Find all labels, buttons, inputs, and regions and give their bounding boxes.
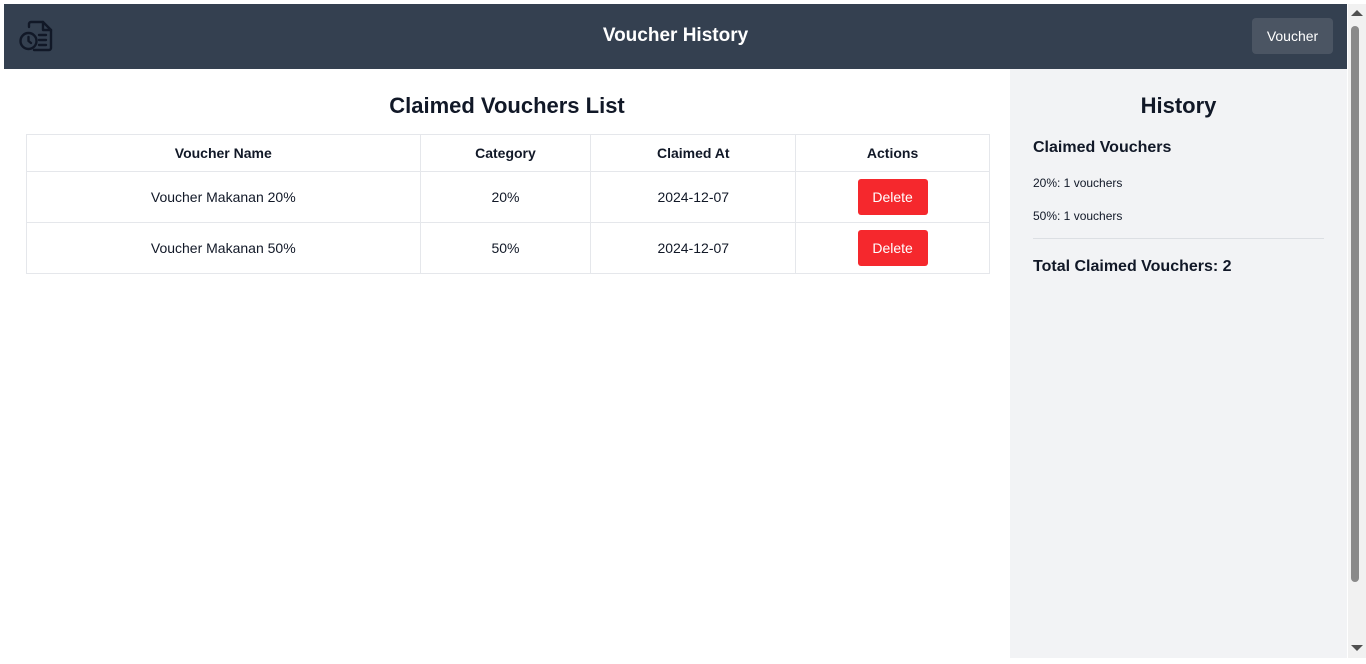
total-claimed-vouchers: Total Claimed Vouchers: 2 [1033, 258, 1232, 275]
history-sidebar: History Claimed Vouchers 20%: 1 vouchers… [1010, 69, 1347, 658]
claimed-at-cell: 2024-12-07 [590, 222, 797, 274]
table-row: Voucher Makanan 20% 20% 2024-12-07 Delet… [26, 171, 990, 223]
history-heading: History [1140, 93, 1217, 118]
claimed-vouchers-heading: Claimed Vouchers List [389, 93, 625, 118]
app-window: Voucher History Voucher Claimed Vouchers… [4, 4, 1347, 658]
voucher-name-cell: Voucher Makanan 20% [26, 171, 421, 223]
divider [1033, 238, 1324, 239]
main-content: Claimed Vouchers List Voucher Name Categ… [4, 69, 1010, 658]
category-stat: 20%: 1 vouchers [1033, 176, 1123, 190]
page-title: Voucher History [602, 25, 749, 46]
scroll-down-arrow-icon[interactable] [1351, 645, 1363, 651]
actions-cell: Delete [795, 222, 990, 274]
category-cell: 50% [419, 222, 592, 274]
column-header-claimed-at: Claimed At [590, 134, 797, 172]
column-header-category: Category [419, 134, 592, 172]
scroll-up-arrow-icon[interactable] [1351, 10, 1363, 16]
column-header-voucher-name: Voucher Name [26, 134, 421, 172]
category-stat: 50%: 1 vouchers [1033, 209, 1123, 223]
vertical-scrollbar[interactable] [1348, 4, 1366, 658]
delete-button[interactable]: Delete [857, 230, 928, 266]
vouchers-table: Voucher Name Category Claimed At Actions… [26, 134, 990, 274]
delete-button[interactable]: Delete [857, 179, 928, 215]
claimed-at-cell: 2024-12-07 [590, 171, 797, 223]
category-cell: 20% [419, 171, 592, 223]
top-navbar: Voucher History Voucher [4, 4, 1347, 69]
voucher-name-cell: Voucher Makanan 50% [26, 222, 421, 274]
column-header-actions: Actions [795, 134, 990, 172]
scrollbar-thumb[interactable] [1351, 26, 1359, 582]
table-row: Voucher Makanan 50% 50% 2024-12-07 Delet… [26, 222, 990, 274]
actions-cell: Delete [795, 171, 990, 223]
voucher-button[interactable]: Voucher [1252, 18, 1333, 54]
table-header-row: Voucher Name Category Claimed At Actions [26, 134, 990, 172]
claimed-vouchers-subheading: Claimed Vouchers [1033, 139, 1172, 156]
